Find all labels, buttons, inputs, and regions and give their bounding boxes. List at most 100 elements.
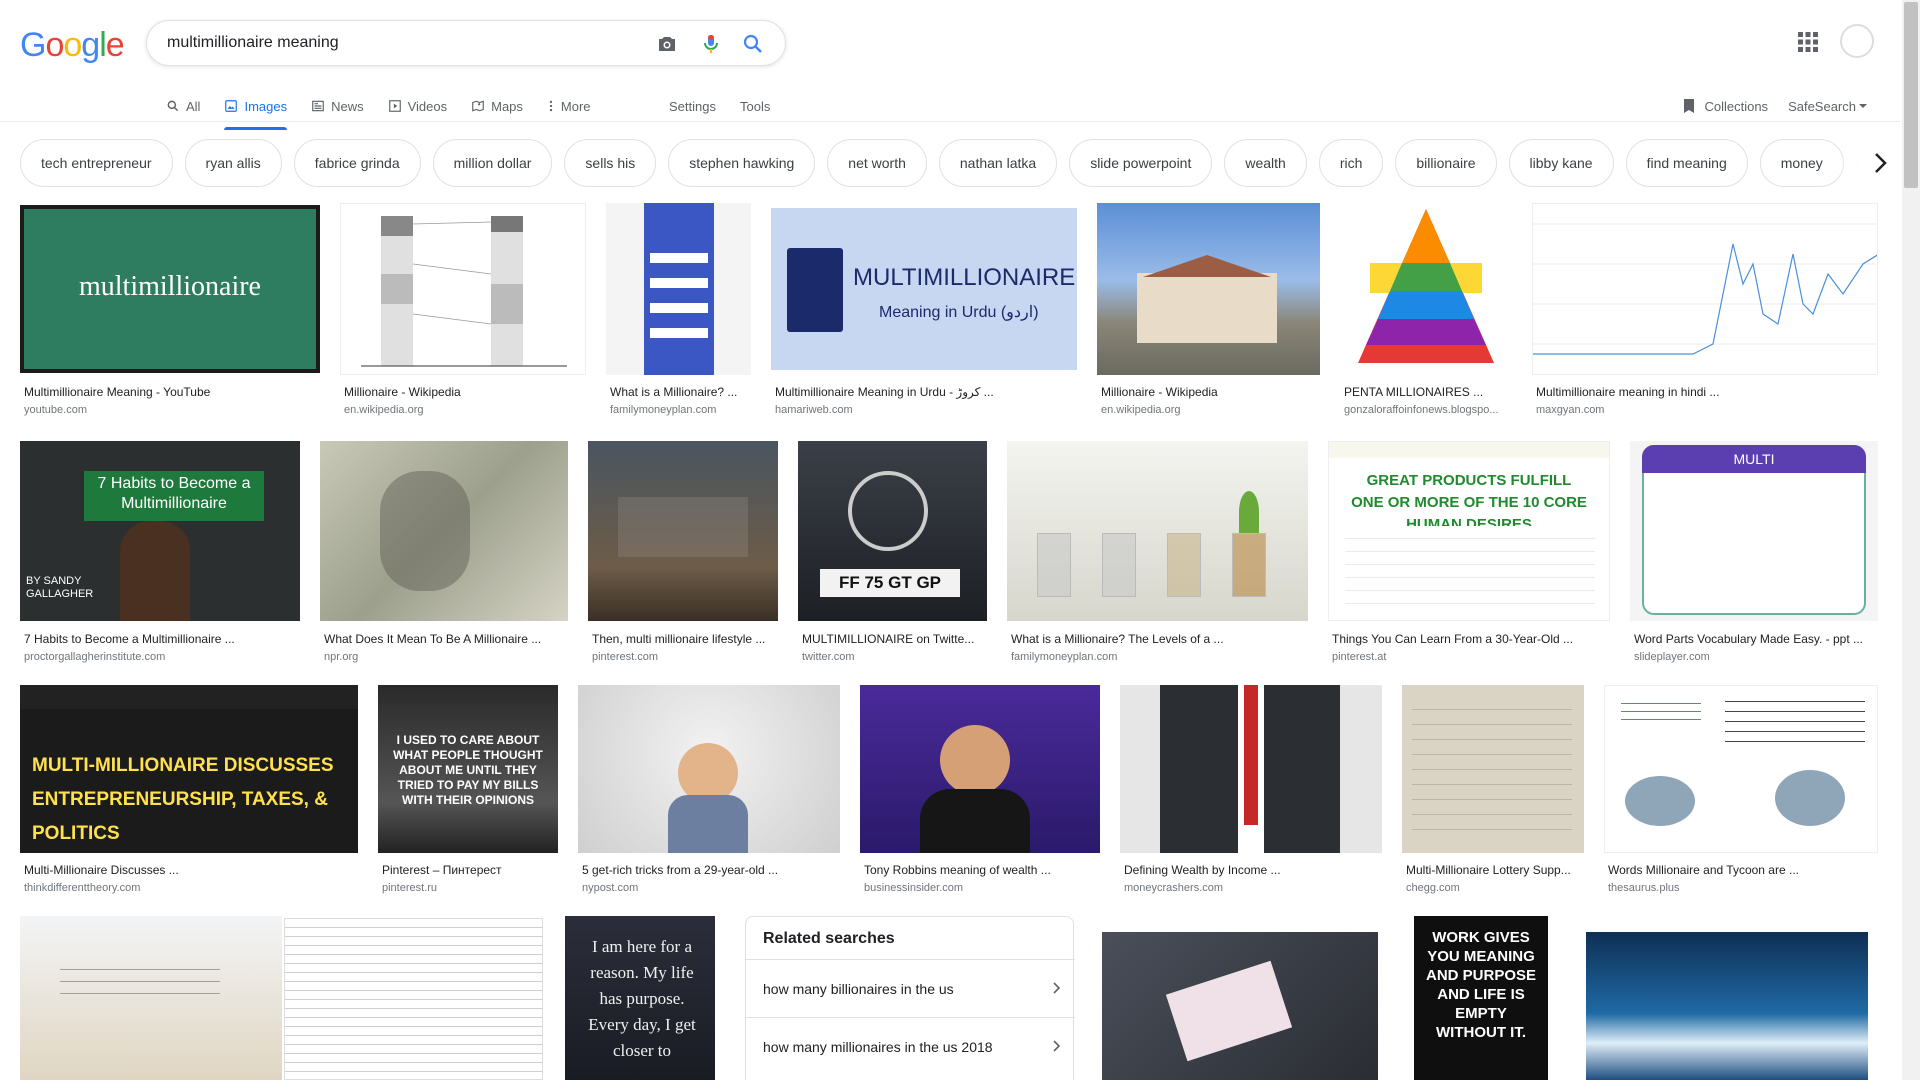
- image-result[interactable]: Millionaire - Wikipedia en.wikipedia.org: [340, 203, 586, 420]
- search-box[interactable]: multimillionaire meaning: [146, 20, 786, 66]
- page-scrollbar[interactable]: [1902, 0, 1920, 1080]
- chip-wealth[interactable]: wealth: [1224, 139, 1307, 187]
- image-result[interactable]: What is a Millionaire? ... familymoneypl…: [606, 203, 751, 420]
- result-thumbnail[interactable]: MULTI-MILLIONAIRE DISCUSSES ENTREPRENEUR…: [20, 685, 358, 853]
- image-result[interactable]: [282, 916, 545, 1080]
- scrollbar-thumb[interactable]: [1904, 2, 1918, 188]
- image-result[interactable]: Words Millionaire and Tycoon are ... the…: [1604, 685, 1878, 895]
- result-thumbnail[interactable]: [1604, 685, 1878, 853]
- tab-all[interactable]: All: [166, 90, 200, 122]
- image-result[interactable]: WORK GIVES YOU MEANING AND PURPOSE AND L…: [1406, 916, 1556, 1080]
- image-result[interactable]: Multimillionaire meaning in hindi ... ma…: [1532, 203, 1878, 420]
- chip-money[interactable]: money: [1759, 139, 1844, 187]
- chip-tech-entrepreneur[interactable]: tech entrepreneur: [20, 139, 173, 187]
- collections-link[interactable]: Collections: [1704, 99, 1768, 114]
- image-result[interactable]: [1094, 916, 1386, 1080]
- result-thumbnail[interactable]: [340, 203, 586, 375]
- result-thumbnail[interactable]: [578, 685, 840, 853]
- result-thumbnail[interactable]: [282, 916, 545, 1080]
- tools-link[interactable]: Tools: [740, 99, 770, 114]
- related-searches-card: Related searches how many billionaires i…: [745, 916, 1075, 1080]
- search-input[interactable]: multimillionaire meaning: [167, 34, 339, 52]
- image-result[interactable]: GREAT PRODUCTS FULFILL ONE OR MORE OF TH…: [1328, 441, 1610, 663]
- image-result[interactable]: PENTA MILLIONAIRES ... gonzaloraffoinfon…: [1340, 203, 1512, 420]
- search-icon: [167, 100, 179, 112]
- image-result[interactable]: FF 75 GT GP MULTIMILLIONAIRE on Twitte..…: [798, 441, 987, 663]
- chips-next-button[interactable]: [1860, 139, 1900, 187]
- tab-more[interactable]: More: [547, 90, 591, 122]
- result-thumbnail[interactable]: [588, 441, 778, 621]
- result-thumbnail[interactable]: [1402, 685, 1584, 853]
- image-result[interactable]: I am here for a reason. My life has purp…: [565, 916, 715, 1080]
- result-thumbnail[interactable]: [320, 441, 568, 621]
- result-thumbnail[interactable]: FF 75 GT GP: [798, 441, 987, 621]
- result-thumbnail[interactable]: I am here for a reason. My life has purp…: [565, 916, 715, 1080]
- chip-libby-kane[interactable]: libby kane: [1508, 139, 1614, 187]
- result-thumbnail[interactable]: [1532, 203, 1878, 375]
- result-thumbnail[interactable]: MULTIMILLIONAIRE Meaning in Urdu (اردو): [771, 208, 1077, 370]
- tab-images[interactable]: Images: [224, 90, 287, 130]
- result-thumbnail[interactable]: [1007, 441, 1308, 621]
- search-icon[interactable]: [741, 32, 765, 56]
- chip-million-dollar[interactable]: million dollar: [432, 139, 553, 187]
- image-result[interactable]: Multi-Millionaire Lottery Supp... chegg.…: [1402, 685, 1584, 895]
- tab-maps[interactable]: Maps: [471, 90, 523, 122]
- result-thumbnail[interactable]: GREAT PRODUCTS FULFILL ONE OR MORE OF TH…: [1328, 441, 1610, 621]
- chip-rich[interactable]: rich: [1318, 139, 1384, 187]
- settings-link[interactable]: Settings: [669, 99, 716, 114]
- tab-videos[interactable]: Videos: [388, 90, 447, 122]
- chip-billionaire[interactable]: billionaire: [1395, 139, 1497, 187]
- result-thumbnail[interactable]: 7 Habits to Become a Multimillionaire BY…: [20, 441, 300, 621]
- image-result[interactable]: What Does It Mean To Be A Millionaire ..…: [320, 441, 568, 663]
- chip-slide-powerpoint[interactable]: slide powerpoint: [1069, 139, 1213, 187]
- result-thumbnail[interactable]: WORK GIVES YOU MEANING AND PURPOSE AND L…: [1406, 916, 1556, 1080]
- image-result[interactable]: MULTI Word Parts Vocabulary Made Easy. -…: [1630, 441, 1878, 663]
- related-search-item[interactable]: how many millionaires in the us 2018: [746, 1017, 1075, 1075]
- safesearch-toggle[interactable]: SafeSearch: [1788, 99, 1856, 114]
- image-result[interactable]: Tony Robbins meaning of wealth ... busin…: [860, 685, 1100, 895]
- chevron-right-icon: [1875, 153, 1887, 173]
- logo-letter: o: [63, 26, 82, 64]
- result-thumbnail[interactable]: [606, 203, 751, 375]
- chip-nathan-latka[interactable]: nathan latka: [938, 139, 1058, 187]
- image-result[interactable]: multimillionaire Multimillionaire Meanin…: [20, 205, 320, 420]
- result-thumbnail[interactable]: [1097, 203, 1320, 375]
- chip-find-meaning[interactable]: find meaning: [1625, 139, 1748, 187]
- result-thumbnail[interactable]: MULTI: [1630, 441, 1878, 621]
- image-result[interactable]: 5 get-rich tricks from a 29-year-old ...…: [578, 685, 840, 895]
- image-result[interactable]: [20, 916, 282, 1080]
- image-result[interactable]: Millionaire - Wikipedia en.wikipedia.org: [1097, 203, 1320, 420]
- image-result[interactable]: Defining Wealth by Income ... moneycrash…: [1120, 685, 1382, 895]
- result-thumbnail[interactable]: [1120, 685, 1382, 853]
- kebab-icon: [549, 100, 553, 112]
- image-result[interactable]: MULTI-MILLIONAIRE DISCUSSES ENTREPRENEUR…: [20, 685, 358, 895]
- chip-fabrice-grinda[interactable]: fabrice grinda: [293, 139, 421, 187]
- result-thumbnail[interactable]: [1340, 203, 1512, 375]
- chip-net-worth[interactable]: net worth: [827, 139, 927, 187]
- image-result[interactable]: Then, multi millionaire lifestyle ... pi…: [588, 441, 778, 663]
- related-searches-title: Related searches: [763, 930, 895, 947]
- image-result[interactable]: [1576, 916, 1878, 1080]
- result-thumbnail[interactable]: [1094, 916, 1386, 1080]
- chip-ryan-allis[interactable]: ryan allis: [184, 139, 282, 187]
- camera-icon[interactable]: [655, 32, 679, 56]
- account-avatar[interactable]: [1840, 24, 1874, 58]
- apps-grid-icon[interactable]: [1796, 30, 1820, 54]
- google-logo[interactable]: Google: [20, 26, 125, 65]
- result-thumbnail[interactable]: I USED TO CARE ABOUT WHAT PEOPLE THOUGHT…: [378, 685, 558, 853]
- header-divider: [0, 121, 1900, 122]
- image-result[interactable]: 7 Habits to Become a Multimillionaire BY…: [20, 441, 300, 663]
- mic-icon[interactable]: [699, 32, 723, 56]
- result-thumbnail[interactable]: [20, 916, 282, 1080]
- result-thumbnail[interactable]: multimillionaire: [20, 205, 320, 373]
- image-icon: [225, 100, 238, 112]
- chip-sells-his[interactable]: sells his: [564, 139, 657, 187]
- chip-stephen-hawking[interactable]: stephen hawking: [668, 139, 816, 187]
- result-thumbnail[interactable]: [860, 685, 1100, 853]
- related-search-item[interactable]: how many billionaires in the us: [746, 959, 1075, 1017]
- image-result[interactable]: What is a Millionaire? The Levels of a .…: [1007, 441, 1308, 663]
- image-result[interactable]: MULTIMILLIONAIRE Meaning in Urdu (اردو) …: [771, 208, 1077, 420]
- image-result[interactable]: I USED TO CARE ABOUT WHAT PEOPLE THOUGHT…: [378, 685, 558, 895]
- result-thumbnail[interactable]: [1576, 916, 1878, 1080]
- tab-news[interactable]: News: [311, 90, 364, 122]
